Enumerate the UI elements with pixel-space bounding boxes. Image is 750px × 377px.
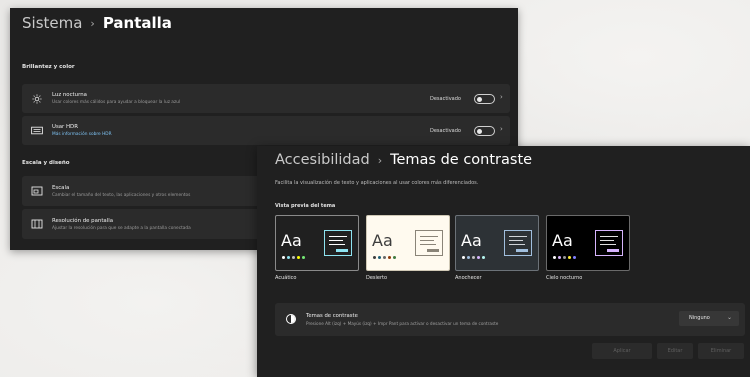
hdr-card[interactable]: Usar HDR Más información sobre HDR Desac… xyxy=(22,116,510,145)
theme-window-preview xyxy=(595,230,623,256)
chevron-right-icon[interactable]: › xyxy=(500,125,503,133)
resolution-title: Resolución de pantalla xyxy=(52,218,114,224)
contrast-setting-subtitle: Presione Alt (izq) + Mayús (izq) + Impr … xyxy=(306,321,499,326)
chevron-down-icon: ⌄ xyxy=(726,314,732,321)
theme-color-dots xyxy=(282,256,305,259)
chevron-right-icon[interactable]: › xyxy=(500,93,503,101)
theme-label-night-sky: Cielo nocturno xyxy=(546,275,583,281)
page-description: Facilita la visualización de texto y apl… xyxy=(275,180,479,186)
page-title: Temas de contraste xyxy=(390,152,533,168)
theme-tile-night-sky[interactable]: Aa xyxy=(546,215,630,271)
section-title-brightness: Brillantez y color xyxy=(22,64,75,70)
theme-label-desert: Desierto xyxy=(366,275,388,281)
breadcrumb-parent[interactable]: Sistema xyxy=(22,14,82,32)
apply-button[interactable]: Aplicar xyxy=(592,343,652,359)
breadcrumb: Sistema › Pantalla xyxy=(22,14,172,32)
breadcrumb-parent[interactable]: Accesibilidad xyxy=(275,152,370,168)
theme-label-aquatic: Acuático xyxy=(275,275,297,281)
theme-color-dots xyxy=(462,256,485,259)
contrast-theme-setting: Temas de contraste Presione Alt (izq) + … xyxy=(275,303,745,336)
scale-title: Escala xyxy=(52,185,70,191)
contrast-theme-dropdown[interactable]: Ninguno ⌄ xyxy=(679,311,739,326)
section-title-scale: Escala y diseño xyxy=(22,160,70,166)
theme-window-preview xyxy=(504,230,532,256)
theme-tile-aquatic[interactable]: Aa xyxy=(275,215,359,271)
breadcrumb-separator: › xyxy=(90,16,95,30)
night-light-title: Luz nocturna xyxy=(52,92,87,98)
hdr-state: Desactivado xyxy=(430,128,461,134)
contrast-icon xyxy=(286,314,296,324)
theme-tile-dusk[interactable]: Aa xyxy=(455,215,539,271)
breadcrumb-separator: › xyxy=(377,153,383,167)
preview-title: Vista previa del tema xyxy=(275,203,336,209)
page-title: Pantalla xyxy=(102,14,172,32)
theme-window-preview xyxy=(415,230,443,256)
hdr-title: Usar HDR xyxy=(52,124,78,130)
theme-color-dots xyxy=(373,256,396,259)
theme-sample-text: Aa xyxy=(461,231,482,250)
night-light-state: Desactivado xyxy=(430,96,461,102)
theme-sample-text: Aa xyxy=(552,231,573,250)
delete-button[interactable]: Eliminar xyxy=(698,343,744,359)
night-light-card[interactable]: Luz nocturna Usar colores más cálidos pa… xyxy=(22,84,510,113)
settings-window-contrast: Accesibilidad › Temas de contraste Facil… xyxy=(257,146,750,377)
theme-sample-text: Aa xyxy=(372,231,393,250)
scale-icon xyxy=(31,186,43,196)
resolution-icon xyxy=(31,219,43,229)
hdr-more-info-link[interactable]: Más información sobre HDR xyxy=(52,132,112,137)
night-light-subtitle: Usar colores más cálidos para ayudar a b… xyxy=(52,100,181,105)
theme-window-preview xyxy=(324,230,352,256)
contrast-setting-title: Temas de contraste xyxy=(306,313,358,319)
theme-label-dusk: Anochecer xyxy=(455,275,482,281)
theme-sample-text: Aa xyxy=(281,231,302,250)
hdr-icon xyxy=(31,126,43,134)
edit-button[interactable]: Editar xyxy=(657,343,693,359)
resolution-subtitle: Ajustar la resolución para que se adapte… xyxy=(52,226,191,231)
theme-color-dots xyxy=(553,256,576,259)
night-light-toggle[interactable] xyxy=(474,94,495,104)
scale-subtitle: Cambiar el tamaño del texto, las aplicac… xyxy=(52,193,191,198)
sun-icon xyxy=(32,93,42,104)
hdr-toggle[interactable] xyxy=(474,126,495,136)
breadcrumb: Accesibilidad › Temas de contraste xyxy=(275,152,532,168)
dropdown-value: Ninguno xyxy=(689,315,710,321)
theme-tile-desert[interactable]: Aa xyxy=(366,215,450,271)
